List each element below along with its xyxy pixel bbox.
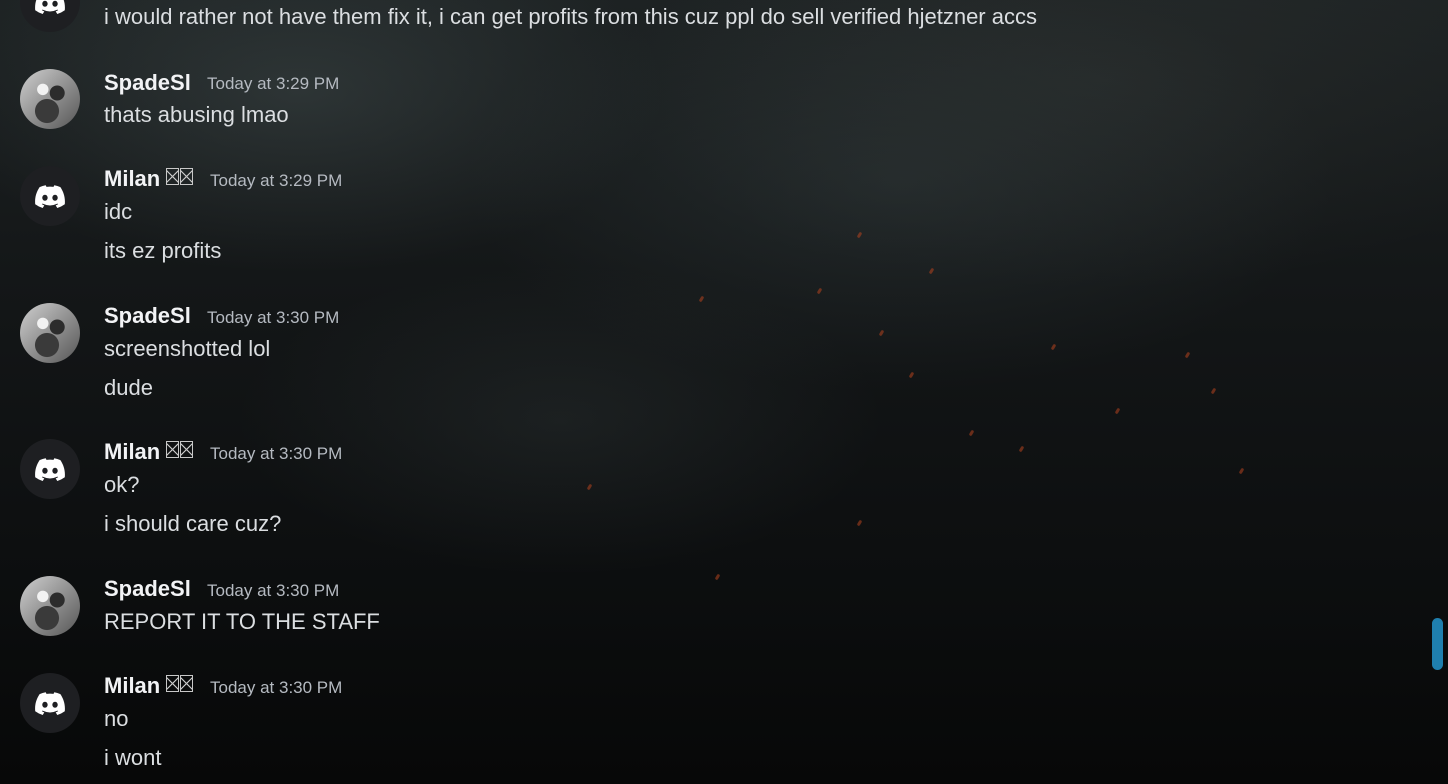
user-avatar[interactable] <box>20 303 80 363</box>
unknown-glyph-icon <box>180 168 194 185</box>
user-avatar[interactable] <box>20 166 80 226</box>
username-tag <box>165 439 194 464</box>
message-text: i wont <box>104 745 162 770</box>
unknown-glyph-icon <box>166 675 180 692</box>
unknown-glyph-icon <box>180 675 194 692</box>
message-timestamp: Today at 3:29 PM <box>207 74 340 93</box>
unknown-glyph-icon <box>166 441 180 458</box>
user-avatar[interactable] <box>20 69 80 129</box>
username-tag <box>165 673 194 698</box>
user-avatar[interactable] <box>20 673 80 733</box>
username-text: Milan <box>104 673 161 698</box>
message-timestamp: Today at 3:30 PM <box>207 308 340 327</box>
message-text: dude <box>104 375 153 400</box>
message-text: i should care cuz? <box>104 511 282 536</box>
message-text: thats abusing lmao <box>104 102 289 127</box>
message-timestamp: Today at 3:30 PM <box>207 581 340 600</box>
username[interactable]: Milan <box>104 439 194 465</box>
user-avatar[interactable] <box>20 0 80 32</box>
username[interactable]: SpadeSl <box>104 303 191 329</box>
message-text: idc <box>104 199 133 224</box>
message-timestamp: Today at 3:30 PM <box>210 444 343 463</box>
message-text: its ez profits <box>104 238 222 263</box>
username[interactable]: SpadeSl <box>104 576 191 602</box>
username[interactable]: SpadeSl <box>104 70 191 96</box>
message-text: ok? <box>104 472 140 497</box>
message-text: screenshotted lol <box>104 336 271 361</box>
discord-logo-icon <box>35 184 65 208</box>
discord-logo-icon <box>35 457 65 481</box>
username[interactable]: Milan <box>104 673 194 699</box>
unknown-glyph-icon <box>166 168 180 185</box>
username[interactable]: Milan <box>104 166 194 192</box>
user-avatar[interactable] <box>20 439 80 499</box>
discord-logo-icon <box>35 691 65 715</box>
user-avatar[interactable] <box>20 576 80 636</box>
discord-logo-icon <box>35 0 65 14</box>
username-tag <box>165 166 194 191</box>
username-text: Milan <box>104 439 161 464</box>
message-timestamp: Today at 3:29 PM <box>210 171 343 190</box>
message-text: i would rather not have them fix it, i c… <box>104 4 1037 29</box>
message-text: no <box>104 706 129 731</box>
scrollbar-thumb[interactable] <box>1432 618 1443 670</box>
username-text: Milan <box>104 166 161 191</box>
unknown-glyph-icon <box>180 441 194 458</box>
message-text: REPORT IT TO THE STAFF <box>104 609 380 634</box>
message-timestamp: Today at 3:30 PM <box>210 678 343 697</box>
message-list[interactable]: i would rather not have them fix it, i c… <box>0 0 1420 784</box>
